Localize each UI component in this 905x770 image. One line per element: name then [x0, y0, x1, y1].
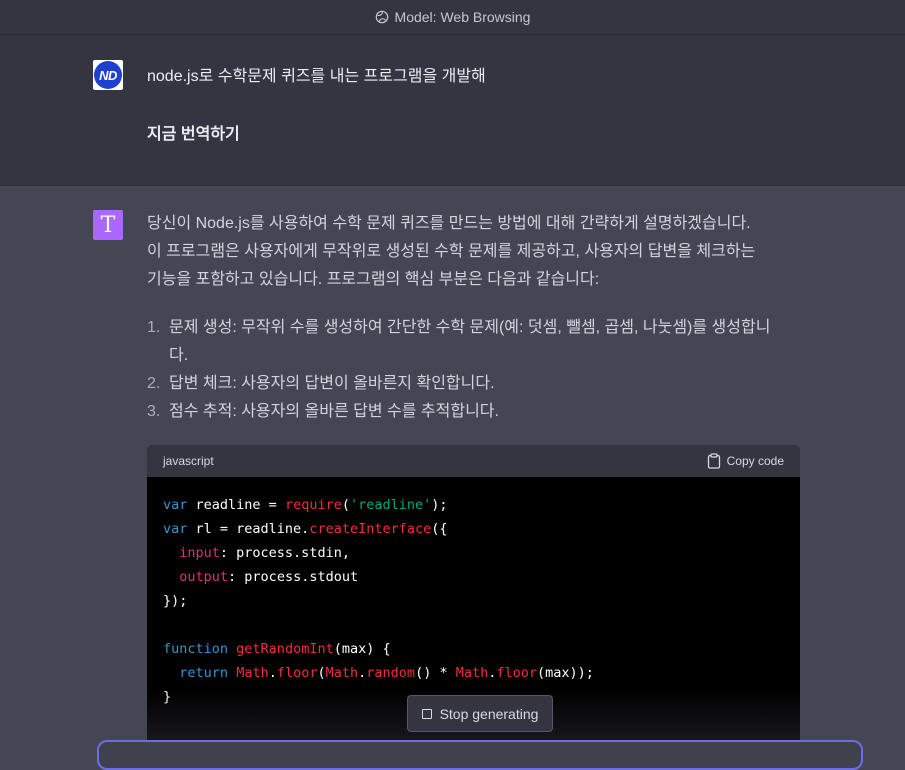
code-token: .: [268, 665, 277, 681]
user-avatar-initials: ND: [94, 61, 122, 89]
code-token: input: [179, 545, 220, 561]
code-token: output: [179, 569, 229, 585]
code-token: function: [163, 641, 229, 657]
list-number: 1.: [147, 319, 161, 336]
copy-code-button[interactable]: Copy code: [707, 453, 784, 469]
assistant-avatar: T: [93, 210, 123, 240]
list-number: 2.: [147, 375, 161, 392]
copy-code-label: Copy code: [726, 454, 784, 468]
list-item-text: 답변 체크: 사용자의 답변이 올바른지 확인합니다.: [169, 375, 495, 392]
code-line: });: [163, 589, 784, 613]
paragraph-line: 기능을 포함하고 있습니다. 프로그램의 핵심 부분은 다음과 같습니다:: [147, 271, 600, 288]
code-token: () *: [415, 665, 456, 681]
code-token: Math: [455, 665, 489, 681]
globe-icon: [375, 10, 388, 24]
code-token: (: [341, 497, 350, 513]
user-message-text: node.js로 수학문제 퀴즈를 내는 프로그램을 개발해: [147, 68, 486, 85]
code-line: var readline = require('readline');: [163, 493, 784, 517]
code-token: random: [366, 665, 416, 681]
stop-generating-label: Stop generating: [439, 705, 539, 722]
list-number: 3.: [147, 403, 161, 420]
code-token: getRandomInt: [236, 641, 334, 657]
code-language-label: javascript: [163, 454, 214, 468]
code-token: floor: [496, 665, 537, 681]
clipboard-icon: [707, 453, 720, 469]
model-label: Model: Web Browsing: [394, 9, 531, 25]
code-line: input: process.stdin,: [163, 541, 784, 565]
code-line: output: process.stdout: [163, 565, 784, 589]
list-item: 2. 답변 체크: 사용자의 답변이 올바른지 확인합니다.: [147, 370, 807, 398]
code-block-header: javascript Copy code: [147, 445, 800, 477]
code-token: (: [317, 665, 326, 681]
translate-now-link[interactable]: 지금 번역하기: [147, 120, 240, 144]
code-token: : process.stdout: [228, 569, 359, 585]
code-token: var: [163, 521, 188, 537]
message-input[interactable]: [97, 740, 863, 770]
code-line: return Math.floor(Math.random() * Math.f…: [163, 661, 784, 685]
code-token: Math: [325, 665, 359, 681]
code-token: );: [431, 497, 448, 513]
code-token: });: [163, 593, 188, 609]
ordered-list: 1. 문제 생성: 무작위 수를 생성하여 간단한 수학 문제(예: 덧셈, 뺄…: [147, 314, 807, 426]
stop-icon: [421, 708, 432, 719]
code-token: (max));: [537, 665, 594, 681]
model-header: Model: Web Browsing: [0, 0, 905, 35]
code-line: var rl = readline.createInterface({: [163, 517, 784, 541]
list-item-text: 문제 생성: 무작위 수를 생성하여 간단한 수학 문제(예: 덧셈, 뺄셈, …: [169, 319, 771, 336]
user-avatar: ND: [93, 60, 123, 90]
code-line: function getRandomInt(max) {: [163, 637, 784, 661]
code-content: var readline = require('readline'); var r…: [147, 477, 800, 725]
user-message-row: [0, 35, 905, 186]
assistant-paragraph: 당신이 Node.js를 사용하여 수학 문제 퀴즈를 만드는 방법에 대해 간…: [147, 210, 807, 294]
code-token: : process.stdin,: [219, 545, 350, 561]
code-token: rl = readline.: [187, 521, 310, 537]
code-token: (max) {: [333, 641, 391, 657]
stop-generating-button[interactable]: Stop generating: [407, 695, 553, 732]
code-token: require: [284, 497, 342, 513]
code-token: createInterface: [309, 521, 432, 537]
code-token: var: [163, 497, 188, 513]
code-token: readline =: [187, 497, 285, 513]
code-token: }: [163, 689, 172, 705]
list-item-text-cont: 다.: [169, 347, 189, 364]
paragraph-line: 당신이 Node.js를 사용하여 수학 문제 퀴즈를 만드는 방법에 대해 간…: [147, 215, 751, 232]
list-item: 3. 점수 추적: 사용자의 올바른 답변 수를 추적합니다.: [147, 398, 807, 426]
paragraph-line: 이 프로그램은 사용자에게 무작위로 생성된 수학 문제를 제공하고, 사용자의…: [147, 243, 756, 260]
list-item-text: 점수 추적: 사용자의 올바른 답변 수를 추적합니다.: [169, 403, 499, 420]
code-token: 'readline': [349, 497, 432, 513]
code-token: Math: [236, 665, 269, 681]
list-item: 1. 문제 생성: 무작위 수를 생성하여 간단한 수학 문제(예: 덧셈, 뺄…: [147, 314, 807, 370]
code-token: floor: [276, 665, 318, 681]
code-token: ({: [431, 521, 448, 537]
code-token: return: [179, 665, 229, 681]
